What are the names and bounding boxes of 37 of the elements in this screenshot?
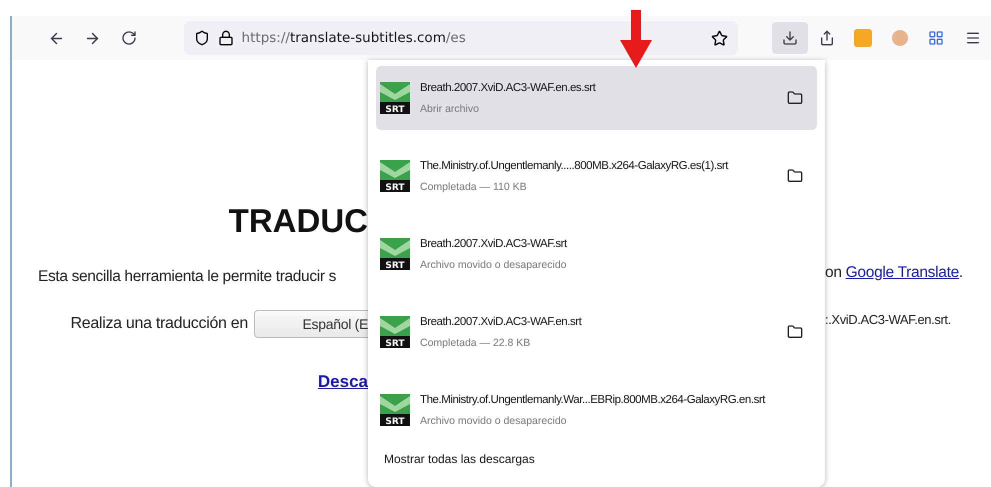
download-item[interactable]: SRT Breath.2007.XviD.AC3-WAF.en.es.srt Abrir archivo	[376, 66, 817, 130]
download-item[interactable]: SRT Breath.2007.XviD.AC3-WAF.srt Archivo movido o desaparecido	[376, 222, 817, 286]
bookmark-star-icon[interactable]	[711, 30, 728, 46]
reload-icon	[121, 30, 138, 46]
file-name: Breath.2007.XviD.AC3-WAF.en.srt	[420, 316, 583, 328]
file-name: Breath.2007.XviD.AC3-WAF.en.es.srt	[420, 82, 597, 94]
shield-icon	[194, 30, 210, 46]
page-heading: TRADUC	[228, 202, 368, 240]
language-select[interactable]: Español (E	[254, 310, 368, 338]
extension-icon	[854, 29, 872, 47]
download-status: Completada — 22.8 KB	[420, 336, 532, 348]
file-name-text: :.XviD.AC3-WAF.en.srt.	[825, 312, 952, 327]
show-all-downloads[interactable]: Mostrar todas las descargas	[376, 452, 535, 466]
share-icon	[818, 30, 835, 46]
translate-label: Realiza una traducción en	[70, 315, 248, 333]
file-name: The.Ministry.of.Ungentlemanly.War...EBRip.800MB.x264-GalaxyRG.en.srt	[420, 394, 766, 406]
address-bar[interactable]: https://translate-subtitles.com/es	[184, 21, 738, 55]
intro-text-end: on Google Translate.	[825, 264, 964, 282]
download-status: Completada — 110 KB	[420, 180, 528, 192]
file-name: Breath.2007.XviD.AC3-WAF.srt	[420, 238, 568, 250]
download-icon	[782, 30, 798, 46]
avatar-icon	[890, 29, 909, 47]
menu-icon	[964, 30, 981, 46]
download-item[interactable]: SRT The.Ministry.of.Ungentlemanly.....800MB.x264-GalaxyRG.es(1).srt Completada — 110 KB	[376, 144, 817, 208]
grid-icon	[928, 30, 944, 46]
download-status: Abrir archivo	[420, 102, 480, 114]
download-item[interactable]: SRT Breath.2007.XviD.AC3-WAF.en.srt Completada — 22.8 KB	[376, 300, 817, 364]
download-status: Archivo movido o desaparecido	[420, 258, 568, 270]
download-item[interactable]: SRT The.Ministry.of.Ungentlemanly.War...EBRip.800MB.x264-GalaxyRG.en.srt Archivo movido o desaparecido	[376, 378, 817, 442]
annotation-arrow	[620, 10, 652, 68]
google-translate-link[interactable]: Google Translate	[846, 264, 959, 281]
download-link[interactable]: Desca	[318, 372, 368, 392]
downloads-button[interactable]	[772, 22, 808, 54]
intro-text: Esta sencilla herramienta le permite traducir s	[38, 268, 336, 286]
download-status: Archivo movido o desaparecido	[420, 414, 568, 426]
file-name: The.Ministry.of.Ungentlemanly.....800MB.x264-GalaxyRG.es(1).srt	[420, 160, 730, 172]
lock-icon	[218, 30, 234, 46]
